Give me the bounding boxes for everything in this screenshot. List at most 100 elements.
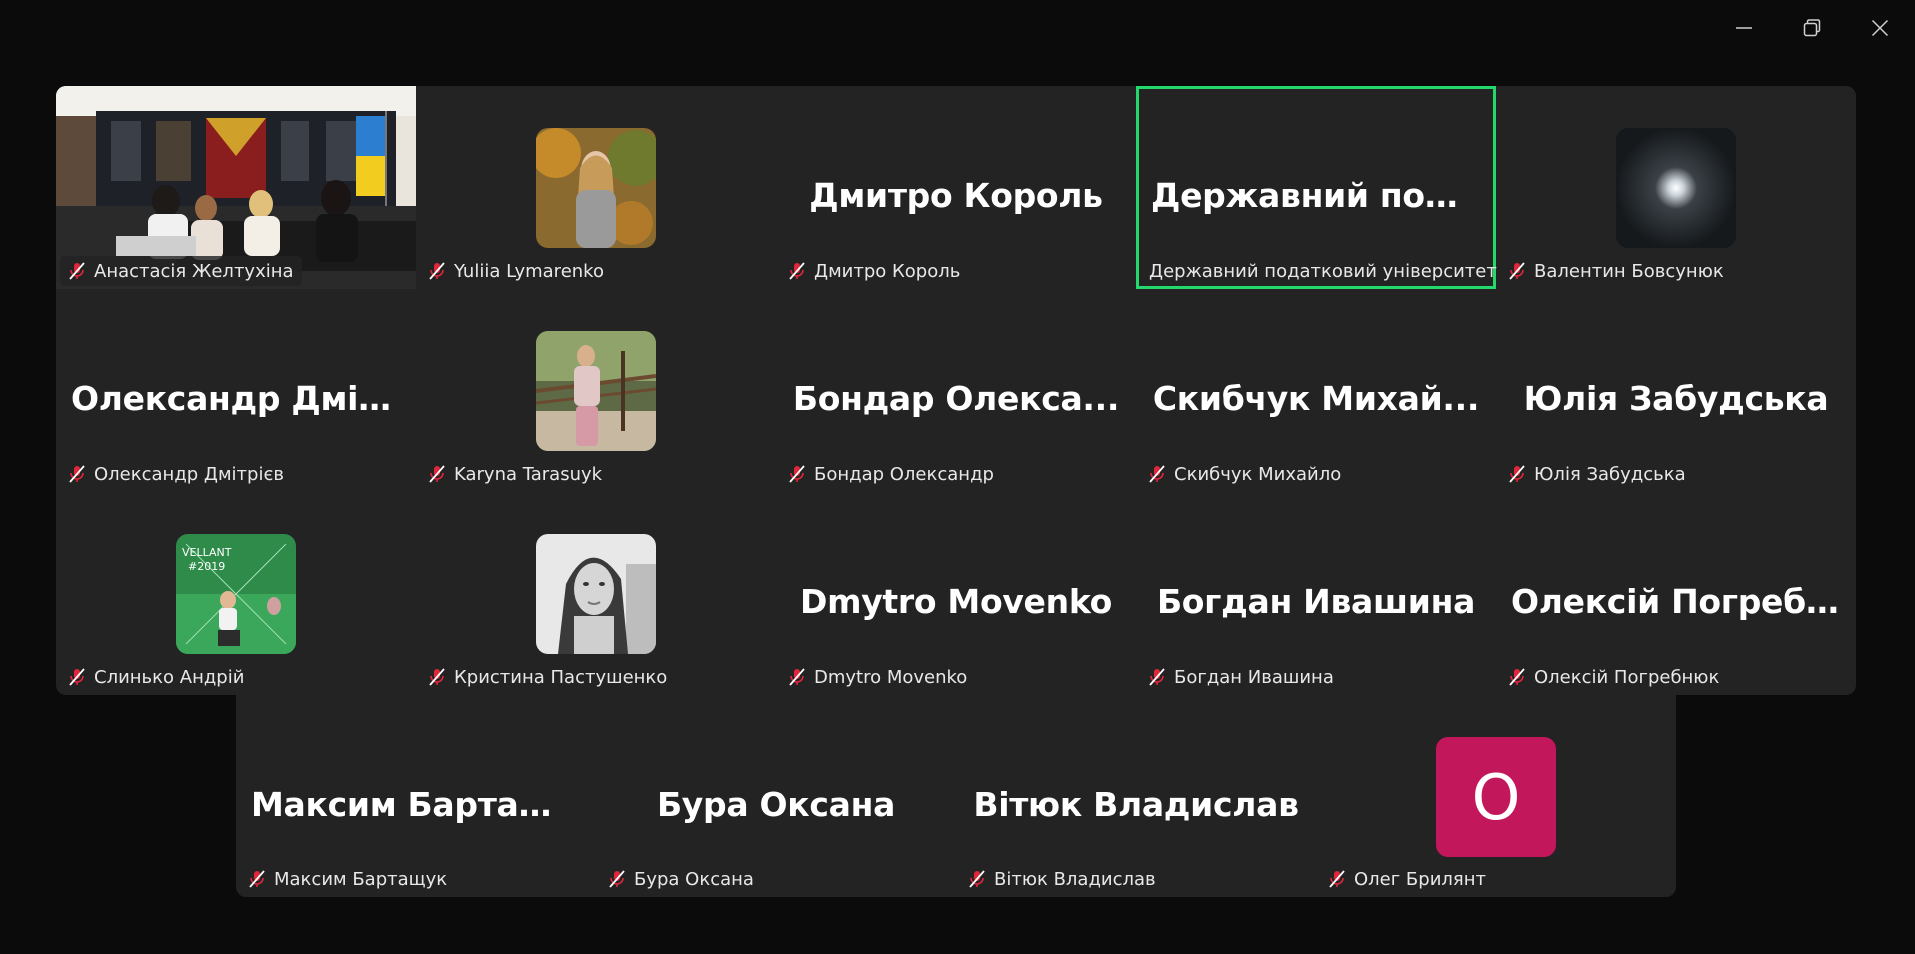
participant-nameplate: Олександр Дмітрієв xyxy=(60,459,292,489)
participant-nameplate: Олексій Погребнюк xyxy=(1500,662,1728,692)
participant-name: Бура Оксана xyxy=(634,868,754,890)
muted-microphone-icon xyxy=(429,668,445,686)
participant-display-name: Олександр Дміт... xyxy=(71,378,401,418)
participant-tile[interactable]: Кристина Пастушенко xyxy=(416,492,776,695)
participant-tile[interactable]: Karyna Tarasuyk xyxy=(416,289,776,492)
gallery-grid: Анастасія Желтухіна Yuliia Lymarenko Дми… xyxy=(56,86,1856,695)
muted-microphone-icon xyxy=(1149,465,1165,483)
restore-icon xyxy=(1803,19,1821,37)
muted-microphone-icon xyxy=(789,262,805,280)
gallery-grid-last-row: Максим Бартащ... Максим Бартащук Бура Ок… xyxy=(236,695,1676,897)
muted-microphone-icon xyxy=(1329,870,1345,888)
muted-microphone-icon xyxy=(1509,668,1525,686)
restore-button[interactable] xyxy=(1784,6,1840,50)
profile-photo xyxy=(1616,128,1736,248)
participant-name: Karyna Tarasuyk xyxy=(454,463,603,485)
participant-name: Олександр Дмітрієв xyxy=(94,463,284,485)
muted-microphone-icon xyxy=(429,465,445,483)
participant-nameplate: Юлія Забудська xyxy=(1500,459,1694,489)
participant-display-name: Бондар Олекса... xyxy=(792,378,1120,418)
muted-microphone-icon xyxy=(609,870,625,888)
participant-nameplate: Вітюк Владислав xyxy=(960,864,1164,894)
muted-microphone-icon xyxy=(1509,465,1525,483)
svg-text:#2019: #2019 xyxy=(188,560,225,573)
participant-name: Бондар Олександр xyxy=(814,463,994,485)
minimize-button[interactable] xyxy=(1716,6,1772,50)
participant-nameplate: Кристина Пастушенко xyxy=(420,662,676,692)
participant-tile[interactable]: Валентин Бовсунюк xyxy=(1496,86,1856,289)
muted-microphone-icon xyxy=(69,262,85,280)
participant-tile[interactable]: O Олег Брилянт xyxy=(1316,695,1676,897)
participant-nameplate: Богдан Ивашина xyxy=(1140,662,1342,692)
participant-tile[interactable]: Богдан Ивашина Богдан Ивашина xyxy=(1136,492,1496,695)
participant-display-name: Скибчук Михай... xyxy=(1152,378,1480,418)
participant-nameplate: Слинько Андрій xyxy=(60,662,253,692)
participant-nameplate: Бондар Олександр xyxy=(780,459,1002,489)
participant-tile[interactable]: Бондар Олекса... Бондар Олександр xyxy=(776,289,1136,492)
participant-name: Dmytro Movenko xyxy=(814,666,968,688)
participant-nameplate: Бура Оксана xyxy=(600,864,762,894)
muted-microphone-icon xyxy=(429,262,445,280)
participant-tile[interactable]: Максим Бартащ... Максим Бартащук xyxy=(236,695,596,897)
svg-text:VELLANT: VELLANT xyxy=(182,546,232,559)
participant-name: Вітюк Владислав xyxy=(994,868,1156,890)
participant-tile[interactable]: VELLANT #2019 Слинько Андрій xyxy=(56,492,416,695)
participant-display-name: Dmytro Movenko xyxy=(800,581,1112,621)
minimize-icon xyxy=(1736,27,1752,29)
participant-nameplate: Максим Бартащук xyxy=(240,864,456,894)
participant-tile[interactable]: Дмитро Король Дмитро Король xyxy=(776,86,1136,289)
participant-name: Валентин Бовсунюк xyxy=(1534,260,1724,282)
participant-nameplate: Дмитро Король xyxy=(780,256,969,286)
active-speaker-tile[interactable]: Державний под... Державний податковий ун… xyxy=(1136,86,1497,289)
muted-microphone-icon xyxy=(249,870,265,888)
participant-tile[interactable]: Олексій Погреб... Олексій Погребнюк xyxy=(1496,492,1856,695)
close-button[interactable] xyxy=(1852,6,1908,50)
participant-display-name: Дмитро Король xyxy=(809,175,1103,215)
profile-photo xyxy=(536,128,656,248)
participant-display-name: Богдан Ивашина xyxy=(1156,581,1476,621)
participant-tile[interactable]: Dmytro Movenko Dmytro Movenko xyxy=(776,492,1136,695)
participant-display-name: Бура Оксана xyxy=(656,784,896,824)
muted-microphone-icon xyxy=(69,465,85,483)
participant-tile[interactable]: Вітюк Владислав Вітюк Владислав xyxy=(956,695,1316,897)
participant-display-name: Максим Бартащ... xyxy=(251,784,581,824)
profile-photo: VELLANT #2019 xyxy=(176,534,296,654)
muted-microphone-icon xyxy=(789,465,805,483)
participant-name: Yuliia Lymarenko xyxy=(454,260,604,282)
participant-name: Державний податковий університет xyxy=(1149,260,1497,282)
participant-display-name: Державний под... xyxy=(1151,175,1481,215)
participant-name: Олег Брилянт xyxy=(1354,868,1486,890)
muted-microphone-icon xyxy=(69,668,85,686)
participant-name: Анастасія Желтухіна xyxy=(94,260,294,282)
participant-nameplate: Yuliia Lymarenko xyxy=(420,256,612,286)
participant-nameplate: Державний податковий університет xyxy=(1143,256,1505,286)
participant-name: Юлія Забудська xyxy=(1534,463,1686,485)
profile-photo xyxy=(536,331,656,451)
muted-microphone-icon xyxy=(1149,668,1165,686)
participant-name: Скибчук Михайло xyxy=(1174,463,1342,485)
participant-name: Олексій Погребнюк xyxy=(1534,666,1720,688)
participant-tile[interactable]: Олександр Дміт... Олександр Дмітрієв xyxy=(56,289,416,492)
participant-display-name: Вітюк Владислав xyxy=(973,784,1299,824)
participant-nameplate: Скибчук Михайло xyxy=(1140,459,1350,489)
participant-tile[interactable]: Yuliia Lymarenko xyxy=(416,86,776,289)
close-icon xyxy=(1871,19,1889,37)
participant-display-name: Олексій Погреб... xyxy=(1511,581,1841,621)
participant-tile[interactable]: Бура Оксана Бура Оксана xyxy=(596,695,956,897)
participant-name: Богдан Ивашина xyxy=(1174,666,1334,688)
participant-nameplate: Dmytro Movenko xyxy=(780,662,976,692)
participant-name: Максим Бартащук xyxy=(274,868,448,890)
participant-nameplate: Karyna Tarasuyk xyxy=(420,459,611,489)
participant-tile[interactable]: Анастасія Желтухіна xyxy=(56,86,416,289)
profile-photo xyxy=(536,534,656,654)
participant-nameplate: Валентин Бовсунюк xyxy=(1500,256,1732,286)
muted-microphone-icon xyxy=(969,870,985,888)
participant-tile[interactable]: Скибчук Михай... Скибчук Михайло xyxy=(1136,289,1496,492)
participant-nameplate: Олег Брилянт xyxy=(1320,864,1494,894)
participant-name: Слинько Андрій xyxy=(94,666,245,688)
participant-tile[interactable]: Юлія Забудська Юлія Забудська xyxy=(1496,289,1856,492)
participant-display-name: Юлія Забудська xyxy=(1523,378,1829,418)
muted-microphone-icon xyxy=(789,668,805,686)
participant-nameplate: Анастасія Желтухіна xyxy=(60,256,302,286)
letter-avatar: O xyxy=(1436,737,1556,857)
